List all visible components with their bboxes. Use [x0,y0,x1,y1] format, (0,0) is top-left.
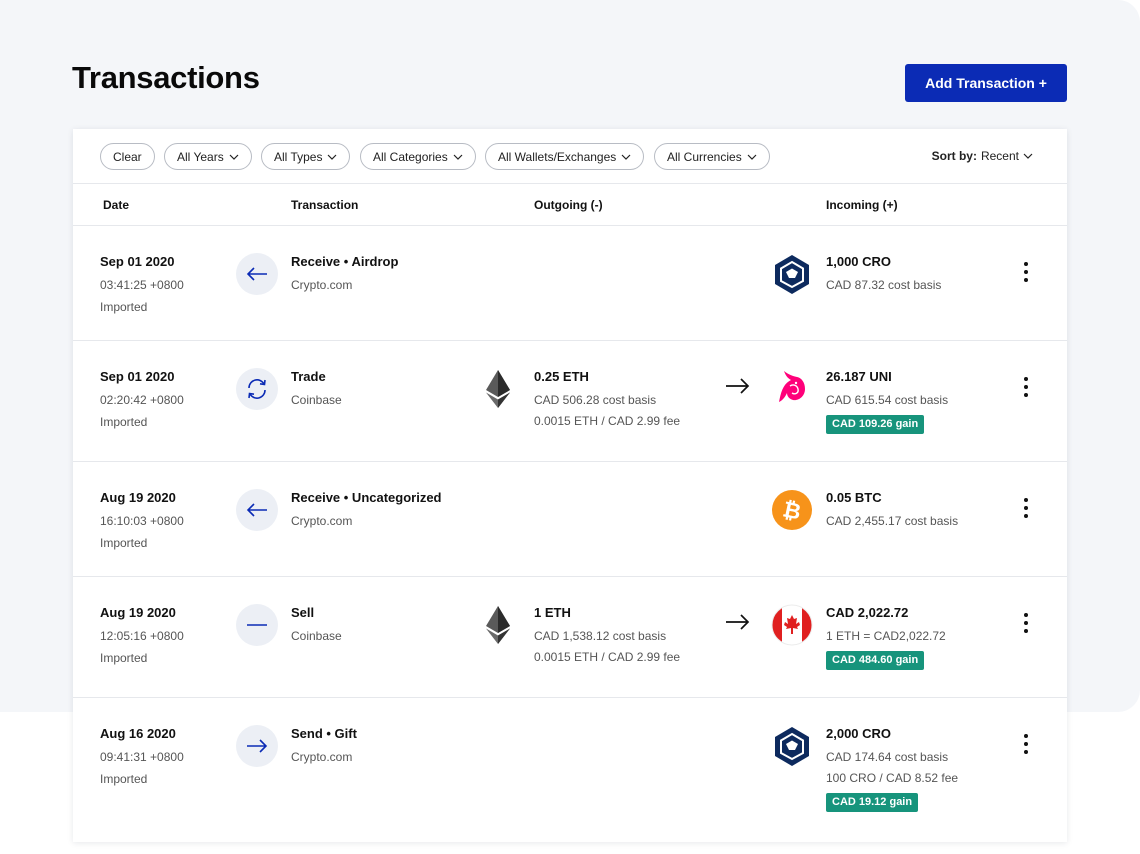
row-source: Crypto.com [291,750,353,764]
arrow-left-icon [236,253,278,295]
row-origin: Imported [100,415,148,429]
wallets-filter[interactable]: All Wallets/Exchanges [485,143,645,170]
row-time: 09:41:31 +0800 [100,750,184,764]
incoming-cost-basis: CAD 87.32 cost basis [826,278,942,292]
outgoing-amount: 0.25 ETH [534,369,589,384]
arrow-right-icon [236,725,278,767]
row-source: Coinbase [291,393,342,407]
uni-icon [779,371,805,402]
filter-bar: Clear All Years All Types All Categories… [73,129,1067,184]
page-title: Transactions [72,60,260,95]
currencies-filter-label: All Currencies [667,149,742,164]
row-origin: Imported [100,300,148,314]
outgoing-fee: 0.0015 ETH / CAD 2.99 fee [534,650,681,664]
incoming-amount: 26.187 UNI [826,369,892,384]
outgoing-cost-basis: CAD 506.28 cost basis [534,393,657,407]
gain-badge: CAD 19.12 gain [826,793,919,812]
cro-icon [775,727,809,766]
arrow-left-icon [236,489,278,531]
btc-icon: ₿ [772,490,812,530]
row-time: 03:41:25 +0800 [100,278,184,292]
canada-flag-icon [771,604,813,646]
incoming-cost-basis: CAD 174.64 cost basis [826,750,949,764]
clear-label: Clear [113,149,142,164]
sort-label: Sort by: [931,149,977,163]
currencies-filter[interactable]: All Currencies [654,143,770,170]
table-row[interactable]: Aug 16 2020 09:41:31 +0800 Imported Send… [73,698,1067,842]
arrow-right-icon [726,614,750,630]
row-source: Crypto.com [291,278,353,292]
incoming-amount: 2,000 CRO [826,726,892,741]
gain-badge: CAD 109.26 gain [826,415,925,434]
exchange-icon [236,368,278,410]
incoming-exchange-rate: 1 ETH = CAD2,022.72 [826,629,946,643]
add-transaction-button[interactable]: Add Transaction + [905,64,1067,102]
chevron-down-icon [621,154,631,160]
more-options-icon[interactable] [1017,375,1035,399]
table-row[interactable]: Aug 19 2020 16:10:03 +0800 Imported Rece… [73,462,1067,577]
more-options-icon[interactable] [1017,732,1035,756]
row-time: 16:10:03 +0800 [100,514,184,528]
column-transaction: Transaction [291,198,359,212]
chevron-down-icon [747,154,757,160]
more-options-icon[interactable] [1017,611,1035,635]
years-filter[interactable]: All Years [164,143,252,170]
years-filter-label: All Years [177,149,224,164]
row-title: Send • Gift [291,726,357,741]
types-filter[interactable]: All Types [261,143,351,170]
incoming-cost-basis: CAD 2,455.17 cost basis [826,514,959,528]
more-options-icon[interactable] [1017,496,1035,520]
column-outgoing: Outgoing (-) [534,198,603,212]
wallets-filter-label: All Wallets/Exchanges [498,149,617,164]
minus-icon [236,604,278,646]
column-headers: Date Transaction Outgoing (-) Incoming (… [73,184,1067,226]
outgoing-amount: 1 ETH [534,605,571,620]
row-title: Trade [291,369,326,384]
row-title: Sell [291,605,315,620]
chevron-down-icon [1023,153,1033,159]
sort-value: Recent [980,149,1019,163]
chevron-down-icon [328,154,337,160]
table-row[interactable]: Aug 19 2020 12:05:16 +0800 Imported Sell… [73,577,1067,698]
incoming-cost-basis: CAD 615.54 cost basis [826,393,949,407]
row-title: Receive • Airdrop [291,254,399,269]
table-row[interactable]: Sep 01 2020 02:20:42 +0800 Imported Trad… [73,341,1067,462]
row-date: Aug 19 2020 [100,605,176,620]
row-source: Crypto.com [291,514,353,528]
row-origin: Imported [100,536,148,550]
categories-filter-label: All Categories [373,149,448,164]
row-time: 12:05:16 +0800 [100,629,184,643]
types-filter-label: All Types [274,149,323,164]
cro-icon [775,255,809,294]
row-date: Sep 01 2020 [100,254,175,269]
arrow-right-icon [726,378,750,394]
clear-filters-button[interactable]: Clear [100,143,155,170]
column-date: Date [103,198,130,212]
outgoing-cost-basis: CAD 1,538.12 cost basis [534,629,667,643]
incoming-amount: CAD 2,022.72 [826,605,909,620]
incoming-amount: 0.05 BTC [826,490,882,505]
row-time: 02:20:42 +0800 [100,393,184,407]
table-row[interactable]: Sep 01 2020 03:41:25 +0800 Imported Rece… [73,226,1067,341]
row-source: Coinbase [291,629,342,643]
outgoing-fee: 0.0015 ETH / CAD 2.99 fee [534,414,681,428]
incoming-fee: 100 CRO / CAD 8.52 fee [826,771,959,785]
eth-icon [486,606,510,644]
row-date: Aug 19 2020 [100,490,176,505]
column-incoming: Incoming (+) [826,198,898,212]
row-date: Aug 16 2020 [100,726,176,741]
sort-dropdown[interactable]: Sort by: Recent [932,149,1033,163]
row-title: Receive • Uncategorized [291,490,442,505]
more-options-icon[interactable] [1017,260,1035,284]
incoming-amount: 1,000 CRO [826,254,892,269]
categories-filter[interactable]: All Categories [360,143,476,170]
eth-icon [486,370,510,408]
gain-badge: CAD 484.60 gain [826,651,925,670]
row-origin: Imported [100,772,148,786]
chevron-down-icon [229,154,239,160]
row-origin: Imported [100,651,148,665]
chevron-down-icon [453,154,463,160]
row-date: Sep 01 2020 [100,369,175,384]
transactions-card: Clear All Years All Types All Categories… [73,129,1067,842]
